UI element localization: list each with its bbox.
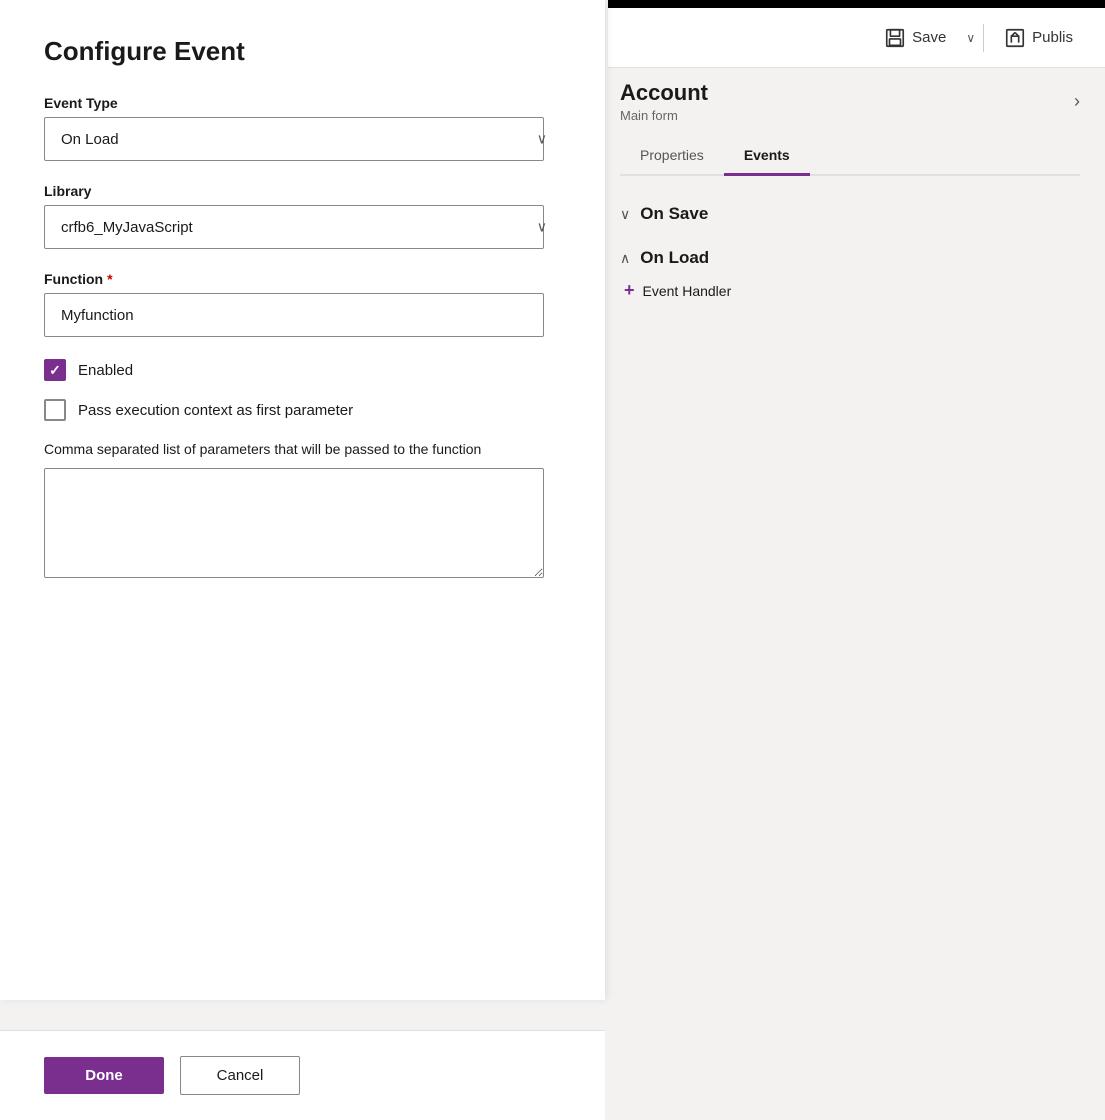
on-load-header[interactable]: ∧ On Load bbox=[620, 248, 1080, 268]
account-subtitle: Main form bbox=[620, 108, 708, 123]
function-input[interactable] bbox=[44, 293, 544, 337]
event-handler-label: Event Handler bbox=[643, 283, 732, 299]
event-section-on-save: ∨ On Save bbox=[620, 192, 1080, 236]
top-bar bbox=[608, 0, 1105, 8]
account-section: Account Main form › Properties Events ∨ … bbox=[620, 70, 1080, 313]
tab-properties[interactable]: Properties bbox=[620, 137, 724, 176]
account-header: Account Main form › bbox=[620, 70, 1080, 133]
on-save-title: On Save bbox=[640, 204, 708, 224]
pass-context-label: Pass execution context as first paramete… bbox=[78, 402, 353, 419]
enabled-row: ✓ Enabled bbox=[44, 359, 561, 381]
pass-context-row: Pass execution context as first paramete… bbox=[44, 399, 561, 421]
on-load-title: On Load bbox=[640, 248, 709, 268]
add-event-handler-row[interactable]: + Event Handler bbox=[624, 280, 1080, 301]
save-label: Save bbox=[912, 29, 946, 46]
plus-icon: + bbox=[624, 280, 635, 301]
event-type-select[interactable]: On Load On Save bbox=[44, 117, 544, 161]
enabled-label: Enabled bbox=[78, 362, 133, 379]
event-section-on-load: ∧ On Load + Event Handler bbox=[620, 236, 1080, 313]
account-title: Account bbox=[620, 80, 708, 106]
publish-icon bbox=[1004, 27, 1026, 49]
library-label: Library bbox=[44, 183, 561, 199]
tab-events[interactable]: Events bbox=[724, 137, 810, 176]
enabled-checkbox[interactable]: ✓ bbox=[44, 359, 66, 381]
cancel-button[interactable]: Cancel bbox=[180, 1056, 300, 1095]
toolbar: Save ∨ Publis bbox=[608, 8, 1105, 68]
params-label: Comma separated list of parameters that … bbox=[44, 439, 561, 460]
done-button[interactable]: Done bbox=[44, 1057, 164, 1094]
pass-context-checkbox[interactable] bbox=[44, 399, 66, 421]
events-list: ∨ On Save ∧ On Load + Event Handler bbox=[620, 192, 1080, 313]
on-save-header[interactable]: ∨ On Save bbox=[620, 204, 1080, 224]
save-icon bbox=[884, 27, 906, 49]
dialog-footer: Done Cancel bbox=[0, 1030, 605, 1120]
enabled-checkmark: ✓ bbox=[49, 362, 61, 379]
publish-label: Publis bbox=[1032, 29, 1073, 46]
publish-button[interactable]: Publis bbox=[992, 21, 1085, 55]
save-button[interactable]: Save bbox=[872, 21, 958, 55]
on-load-collapse-icon: ∧ bbox=[620, 250, 630, 267]
function-label: Function* bbox=[44, 271, 561, 287]
dialog-title: Configure Event bbox=[44, 36, 561, 67]
required-star: * bbox=[107, 271, 112, 287]
account-chevron-right[interactable]: › bbox=[1074, 91, 1080, 112]
on-save-collapse-icon: ∨ bbox=[620, 206, 630, 223]
event-type-label: Event Type bbox=[44, 95, 561, 111]
library-wrapper: crfb6_MyJavaScript ∨ bbox=[44, 205, 561, 249]
tabs-row: Properties Events bbox=[620, 137, 1080, 176]
library-select[interactable]: crfb6_MyJavaScript bbox=[44, 205, 544, 249]
toolbar-divider bbox=[983, 24, 984, 52]
configure-event-dialog: Configure Event Event Type On Load On Sa… bbox=[0, 0, 605, 1000]
account-info: Account Main form bbox=[620, 80, 708, 123]
save-dropdown-arrow[interactable]: ∨ bbox=[966, 31, 975, 45]
event-type-wrapper: On Load On Save ∨ bbox=[44, 117, 561, 161]
params-textarea[interactable] bbox=[44, 468, 544, 578]
